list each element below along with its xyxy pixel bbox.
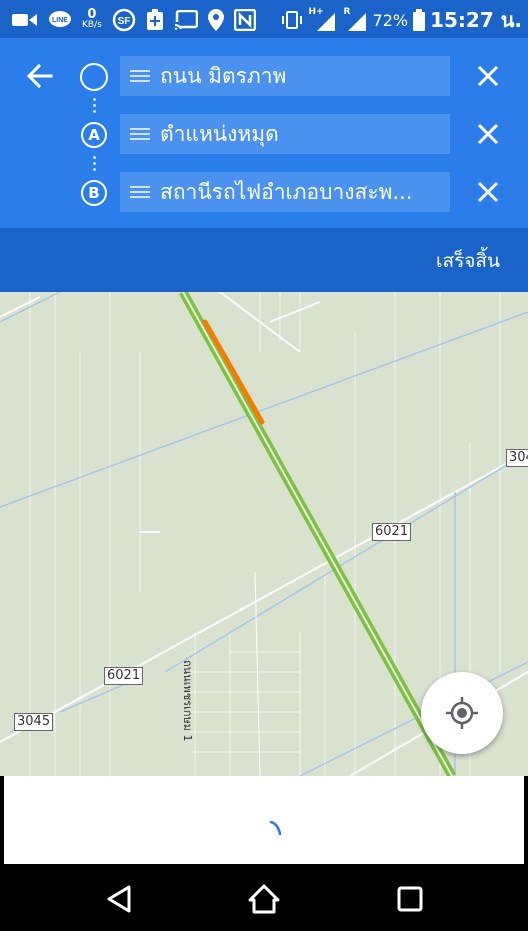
done-bar: เสร็จสิ้น — [0, 228, 528, 292]
stop-field-b[interactable]: สถานีรถไฟอำเภอบางสะพ... — [120, 172, 450, 212]
marker-a: A — [81, 122, 107, 148]
route-shield: 6021 — [372, 523, 412, 541]
vibrate-icon — [281, 11, 302, 29]
battery-percent: 72% — [372, 10, 409, 30]
arrow-left-icon — [26, 63, 53, 89]
route-shield: 6021 — [104, 667, 144, 685]
marker-b: B — [81, 180, 107, 206]
route-line — [179, 292, 456, 776]
drag-handle-icon[interactable] — [130, 70, 150, 82]
nfc-icon — [233, 9, 256, 31]
route-shield: 3045 — [14, 713, 54, 731]
side-road — [254, 571, 261, 776]
remove-stop-a-button[interactable] — [472, 118, 504, 150]
stop-field-a[interactable]: ตำแหน่งหมุด — [120, 114, 450, 154]
video-camera-icon — [12, 14, 37, 26]
battery-icon — [413, 9, 426, 31]
svg-text:SF: SF — [117, 16, 130, 27]
drag-handle-icon[interactable] — [130, 186, 150, 198]
stop-field-start[interactable]: ถนน มิตรภาพ — [120, 56, 450, 96]
close-icon — [477, 181, 499, 203]
map-view[interactable]: 304 6021 6021 3045 ถนนเพชรเกษม 1 — [0, 292, 528, 776]
drag-handle-icon[interactable] — [130, 128, 150, 140]
signal-icon — [316, 13, 335, 31]
status-bar: LINE 0 KB/s SF H+ R 72% 15:27 น. — [0, 0, 528, 38]
close-icon — [477, 65, 499, 87]
remove-stop-start-button[interactable] — [472, 60, 504, 92]
bottom-sheet — [4, 776, 524, 864]
sf-icon: SF — [112, 8, 136, 32]
location-pin-icon — [207, 9, 224, 31]
home-icon[interactable] — [247, 882, 281, 916]
remove-stop-b-button[interactable] — [472, 176, 504, 208]
route-connector-dots — [93, 98, 96, 116]
system-navigation-bar — [0, 864, 528, 931]
my-location-icon — [446, 697, 478, 729]
stop-label: สถานีรถไฟอำเภอบางสะพ... — [160, 179, 413, 204]
clock: 15:27 น. — [430, 8, 522, 32]
start-marker — [80, 63, 108, 91]
stop-label: ตำแหน่งหมุด — [160, 121, 279, 146]
data-rate: 0 KB/s — [82, 7, 102, 30]
route-shield: 304 — [506, 449, 528, 467]
done-button[interactable]: เสร็จสิ้น — [436, 246, 500, 276]
route-connector-dots — [93, 156, 96, 174]
svg-text:LINE: LINE — [52, 17, 68, 24]
route-header: A B ถนน มิตรภาพ ตำแหน่งหมุด สถานีรถไฟอำเ… — [0, 38, 528, 228]
road-name-label: ถนนเพชรเกษม 1 — [181, 660, 194, 742]
back-triangle-icon[interactable] — [103, 882, 137, 916]
recents-square-icon[interactable] — [393, 882, 427, 916]
my-location-button[interactable] — [421, 672, 503, 754]
back-button[interactable] — [22, 58, 58, 94]
signal-roaming: R — [342, 7, 368, 31]
signal-roaming-icon — [347, 13, 366, 31]
battery-plus-icon — [146, 9, 163, 30]
line-app-icon: LINE — [49, 11, 71, 27]
close-icon — [477, 123, 499, 145]
loading-spinner-icon — [269, 820, 282, 836]
cast-icon — [173, 10, 198, 30]
signal-h-plus: H+ — [309, 7, 337, 31]
stop-label: ถนน มิตรภาพ — [160, 63, 287, 88]
